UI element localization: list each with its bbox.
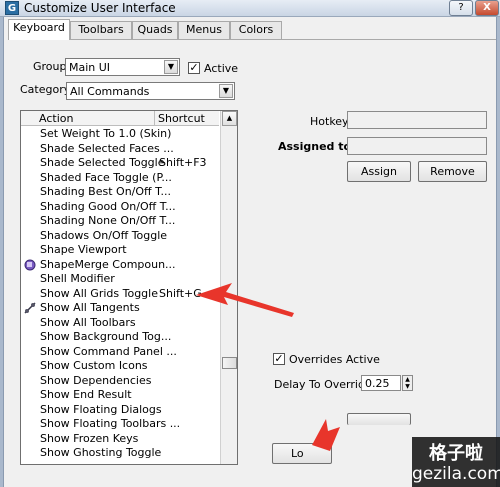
annotation-arrows xyxy=(196,283,340,451)
tab-keyboard[interactable]: Keyboard xyxy=(8,19,70,40)
annotation-arrow-main xyxy=(196,283,294,317)
watermark-title: 格子啦 xyxy=(429,443,483,464)
annotation-arrow-bottom xyxy=(312,419,340,451)
watermark-url: gezila.com xyxy=(412,464,500,484)
watermark: 格子啦 gezila.com xyxy=(412,437,500,487)
